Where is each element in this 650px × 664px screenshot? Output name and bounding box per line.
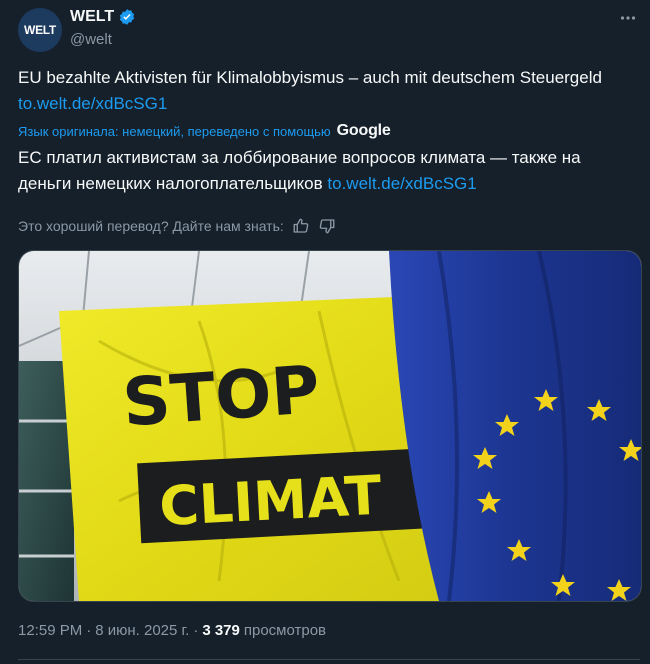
verified-badge-icon xyxy=(120,9,135,25)
more-options-icon[interactable] xyxy=(618,8,638,28)
divider xyxy=(18,659,640,660)
views-count: 3 379 xyxy=(202,622,240,639)
meta-separator-2: · xyxy=(193,622,199,639)
author-handle[interactable]: @welt xyxy=(70,31,112,48)
banner-word-stop: STOP xyxy=(120,351,322,442)
original-text: EU bezahlte Aktivisten für Klimalobbyism… xyxy=(18,68,602,87)
google-logo: Google xyxy=(336,122,391,139)
post-meta: 12:59 PM · 8 июн. 2025 г. · 3 379 просмо… xyxy=(18,622,326,639)
translation-note: Язык оригинала: немецкий, переведено с п… xyxy=(18,122,391,140)
thumbs-up-icon[interactable] xyxy=(292,217,310,235)
post-original-text: EU bezahlte Aktivisten für Klimalobbyism… xyxy=(18,65,628,117)
meta-separator: · xyxy=(86,622,92,639)
author-display-name[interactable]: WELT xyxy=(70,8,114,26)
author-name-row: WELT xyxy=(70,8,136,26)
post-translated-text: ЕС платил активистам за лоббирование воп… xyxy=(18,145,628,197)
avatar[interactable]: WELT xyxy=(18,8,62,52)
translated-link[interactable]: to.welt.de/xdBcSG1 xyxy=(327,174,476,193)
original-link[interactable]: to.welt.de/xdBcSG1 xyxy=(18,94,167,113)
avatar-logo-text: WELT xyxy=(24,23,56,37)
banner-word-climate: CLIMAT xyxy=(158,464,383,539)
tweet: WELT WELT @welt EU bezahlte Aktivisten f… xyxy=(0,0,650,664)
post-time[interactable]: 12:59 PM xyxy=(18,622,82,639)
protest-banner-photo: STOP CLIMAT xyxy=(19,251,641,601)
post-date[interactable]: 8 июн. 2025 г. xyxy=(95,622,189,639)
feedback-prompt: Это хороший перевод? Дайте нам знать: xyxy=(18,218,284,234)
translated-text: ЕС платил активистам за лоббирование воп… xyxy=(18,148,581,193)
translation-note-text[interactable]: Язык оригинала: немецкий, переведено с п… xyxy=(18,124,331,139)
post-image[interactable]: STOP CLIMAT xyxy=(18,250,642,602)
thumbs-down-icon[interactable] xyxy=(318,217,336,235)
views-label: просмотров xyxy=(243,622,327,639)
translation-feedback: Это хороший перевод? Дайте нам знать: xyxy=(18,217,336,235)
